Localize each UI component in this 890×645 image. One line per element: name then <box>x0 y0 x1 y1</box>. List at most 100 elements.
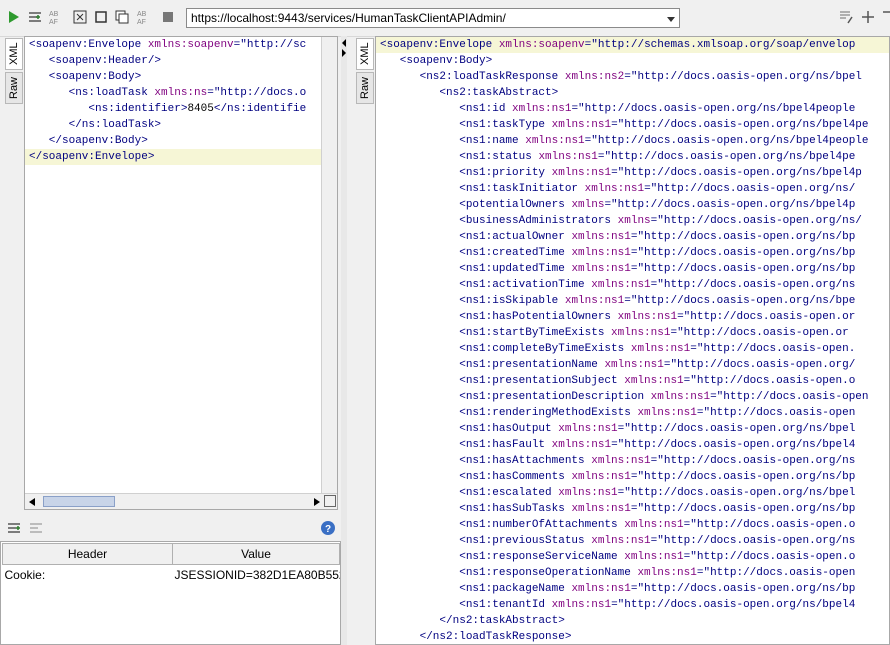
copy-icon[interactable] <box>114 9 130 25</box>
code-line: <ns1:responseOperationName xmlns:ns1="ht… <box>376 565 889 581</box>
xml-text: ="http://docs.oasis-open.org/ns/ <box>650 215 862 227</box>
xml-text: <ns1:presentationName <box>380 359 605 371</box>
code-line: <ns1:id xmlns:ns1="http://docs.oasis-ope… <box>376 101 889 117</box>
xml-attribute: xmlns:ns1 <box>624 551 684 563</box>
help-icon[interactable]: ? <box>320 520 336 536</box>
xml-text: <ns1:hasPotentialOwners <box>380 311 618 323</box>
request-hscroll-thumb[interactable] <box>43 496 115 507</box>
pane-splitter[interactable] <box>341 36 347 645</box>
xml-text: <ns1:id <box>380 103 513 115</box>
xml-text: <ns1:packageName <box>380 583 572 595</box>
code-line: <soapenv:Envelope xmlns:soapenv="http://… <box>25 37 321 53</box>
tab-response-raw[interactable]: Raw <box>356 72 374 104</box>
xml-text: ="http://docs.oasis-open.org/ns/bpel <box>624 71 862 83</box>
xml-text: ="http://docs.oasis-open.org/ns/bpel <box>617 487 856 499</box>
code-line: <ns:identifier>8405</ns:identifie <box>25 101 321 117</box>
xml-text: ="http://docs.oasis-open.org/ns/bp <box>630 471 856 483</box>
xml-text: <ns1:isSkipable <box>380 295 565 307</box>
xml-text: <ns1:renderingMethodExists <box>380 407 638 419</box>
header-value[interactable]: JSESSIONID=382D1EA80B552F... <box>173 565 340 585</box>
run-icon[interactable] <box>6 9 22 25</box>
xml-attribute: xmlns:ns1 <box>624 375 684 387</box>
xml-text: <ns1:previousStatus <box>380 535 592 547</box>
xml-text: <ns1:startByTimeExists <box>380 327 612 339</box>
xml-text: ="http://docs.oasis-open.org/ns/bpel4 <box>611 439 856 451</box>
xml-text: <ns1:activationTime <box>380 279 592 291</box>
xml-text: <ns1:updatedTime <box>380 263 572 275</box>
column-header[interactable]: Header <box>2 543 173 565</box>
xml-text: ="http://docs.oasis-open.org/ns/bpel4p <box>611 167 862 179</box>
url-text: https://localhost:9443/services/HumanTas… <box>191 11 506 25</box>
tab-response-xml[interactable]: XML <box>356 38 374 70</box>
xml-text: ="http://docs.oasis-open.org/ns <box>650 279 856 291</box>
request-vscrollbar[interactable] <box>321 37 337 495</box>
code-line: <ns:loadTask xmlns:ns="http://docs.o <box>25 85 321 101</box>
xml-text: ="http://docs.oasis-open.org/ns/bpel4peo… <box>584 135 869 147</box>
xml-text: <ns2:loadTaskResponse <box>380 71 565 83</box>
code-line: <ns1:priority xmlns:ns1="http://docs.oas… <box>376 165 889 181</box>
add-step-icon[interactable] <box>27 9 43 25</box>
xml-text: 8405 <box>187 103 214 115</box>
xml-attribute: xmlns <box>571 199 605 211</box>
xml-text: ="http://docs.oasis-open.org/ns/bp <box>630 247 856 259</box>
svg-text:AF: AF <box>137 19 146 25</box>
code-line: <ns1:status xmlns:ns1="http://docs.oasis… <box>376 149 889 165</box>
xml-attribute: xmlns:ns2 <box>564 71 625 83</box>
xml-text: <potentialOwners <box>380 199 572 211</box>
add-header-icon[interactable] <box>6 520 22 536</box>
chevron-icon[interactable] <box>878 9 890 25</box>
tab-label: XML <box>8 42 20 66</box>
code-line: <soapenv:Body> <box>25 69 321 85</box>
format-icon[interactable]: AB AF <box>48 9 64 25</box>
xml-text: ="http://docs.oasis-open.org/ns <box>650 455 856 467</box>
header-name[interactable]: Cookie: <box>3 565 173 585</box>
format-icon[interactable]: AB AF <box>136 9 152 25</box>
zoom-icon[interactable] <box>324 495 336 507</box>
xml-text: ="http://sc <box>233 39 307 51</box>
xml-text: <soapenv:Envelope <box>380 39 499 51</box>
xml-text: ="http://docs.oasis-open.o <box>683 519 856 531</box>
request-editor[interactable]: <soapenv:Envelope xmlns:soapenv="http://… <box>24 36 338 510</box>
xml-text: <soapenv:Header/> <box>29 55 162 67</box>
code-line: <soapenv:Envelope xmlns:soapenv="http://… <box>376 37 889 53</box>
tab-request-raw[interactable]: Raw <box>5 72 23 104</box>
xml-text: </soapenv:Envelope> <box>29 151 155 163</box>
request-hscrollbar[interactable] <box>25 493 337 509</box>
xml-text: <soapenv:Envelope <box>29 39 148 51</box>
square-icon[interactable] <box>93 9 109 25</box>
xml-attribute: xmlns:ns1 <box>591 279 651 291</box>
code-line: <ns1:responseServiceName xmlns:ns1="http… <box>376 549 889 565</box>
xml-attribute: xmlns:ns1 <box>637 407 697 419</box>
xml-text: <ns1:hasComments <box>380 471 572 483</box>
stop-icon[interactable] <box>160 9 176 25</box>
table-row[interactable]: Cookie: JSESSIONID=382D1EA80B552F... <box>3 565 340 585</box>
code-line: <ns1:startByTimeExists xmlns:ns1="http:/… <box>376 325 889 341</box>
xml-attribute: xmlns:ns1 <box>538 151 598 163</box>
tab-request-xml[interactable]: XML <box>5 38 23 70</box>
xml-attribute: xmlns:ns1 <box>624 519 684 531</box>
xml-attribute: xmlns:ns1 <box>525 135 585 147</box>
svg-text:AF: AF <box>49 19 58 25</box>
code-line: <ns1:actualOwner xmlns:ns1="http://docs.… <box>376 229 889 245</box>
response-editor[interactable]: <soapenv:Envelope xmlns:soapenv="http://… <box>375 36 890 645</box>
xml-text: ="http://docs.oasis-open.org/ns/ <box>644 183 856 195</box>
xml-text: ="http://docs.oasis-open.org/ns/bpel4pe <box>611 119 869 131</box>
tab-label: XML <box>359 42 371 66</box>
add-icon[interactable] <box>860 9 876 25</box>
xml-text: <ns1:numberOfAttachments <box>380 519 625 531</box>
xml-attribute: xmlns:ns1 <box>558 423 618 435</box>
xml-text: ="http://docs.oasis-open.org/ns/bp <box>630 503 856 515</box>
xml-text: <ns2:taskAbstract> <box>380 87 559 99</box>
xml-attribute: xmlns:ns1 <box>591 455 651 467</box>
cancel-icon[interactable] <box>72 9 88 25</box>
xml-text: <ns:identifier> <box>29 103 188 115</box>
url-field[interactable]: https://localhost:9443/services/HumanTas… <box>186 8 680 28</box>
xml-text: ="http://docs.oasis-open <box>696 407 856 419</box>
settings-icon[interactable] <box>838 9 854 25</box>
remove-header-icon[interactable] <box>28 520 44 536</box>
column-header[interactable]: Value <box>172 543 340 565</box>
dropdown-icon[interactable] <box>665 12 677 24</box>
code-line: <ns1:hasSubTasks xmlns:ns1="http://docs.… <box>376 501 889 517</box>
code-line: </ns:loadTask> <box>25 117 321 133</box>
code-line: <ns1:hasFault xmlns:ns1="http://docs.oas… <box>376 437 889 453</box>
